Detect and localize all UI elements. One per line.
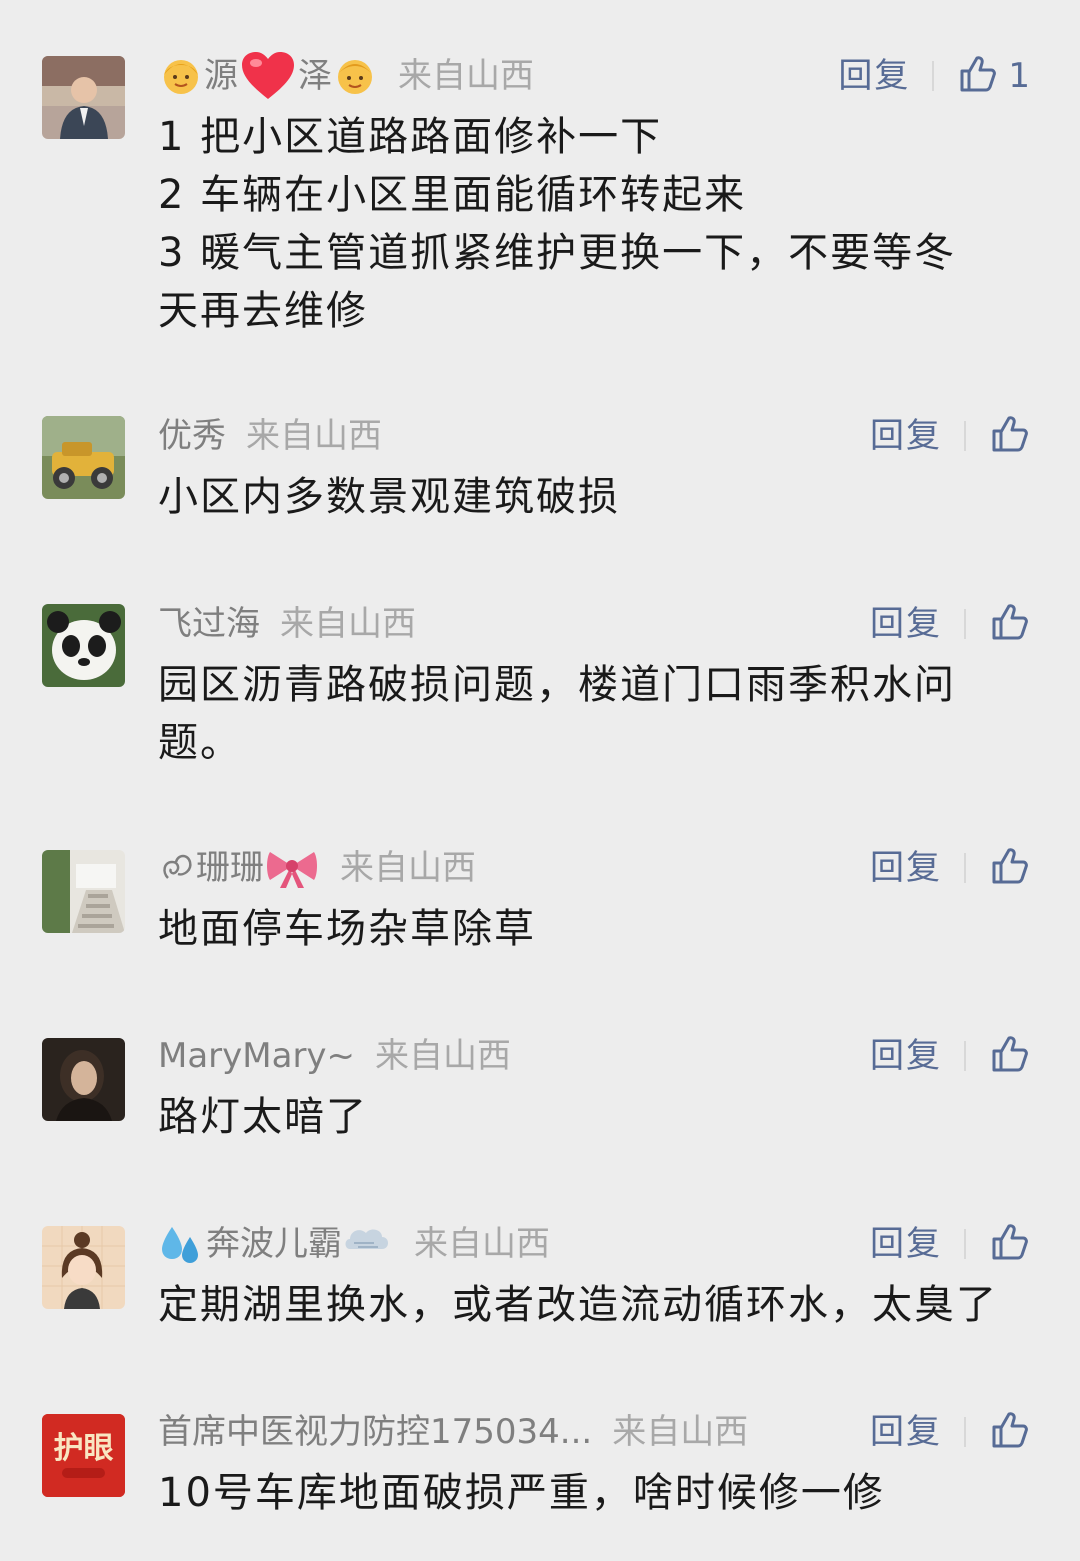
reply-button[interactable]: 回复: [870, 1222, 942, 1266]
nickname[interactable]: 奔波儿霸: [158, 1222, 394, 1266]
nickname[interactable]: 源 泽: [158, 51, 378, 101]
avatar[interactable]: [42, 416, 125, 499]
nickname[interactable]: 珊珊: [158, 846, 320, 890]
dash-cloud-icon: [344, 1223, 392, 1265]
nickname[interactable]: MaryMary~: [158, 1034, 355, 1078]
heart-icon: [240, 51, 296, 101]
region-label: 来自山西: [414, 1224, 550, 1264]
nickname[interactable]: 首席中医视力防控175034...: [158, 1410, 592, 1454]
bow-icon: [266, 846, 318, 890]
avatar[interactable]: [42, 1038, 125, 1121]
comment-text: 路灯太暗了: [158, 1094, 368, 1140]
avatar[interactable]: 护眼: [42, 1414, 125, 1497]
comment-text: 园区沥青路破损问题，楼道门口雨季积水问 题。: [158, 662, 956, 766]
region-label: 来自山西: [280, 604, 416, 644]
thumbs-up-icon: [990, 846, 1030, 890]
divider: [964, 421, 966, 451]
divider: [964, 1417, 966, 1447]
comment-text: 定期湖里换水，或者改造流动循环水，太臭了: [158, 1282, 998, 1328]
divider: [964, 609, 966, 639]
thumbs-up-icon: [990, 1222, 1030, 1266]
reply-button[interactable]: 回复: [870, 1410, 942, 1454]
girl-emoji-icon: [160, 55, 202, 97]
avatar-brand-text: 护眼: [54, 1432, 114, 1465]
thumbs-up-icon: [958, 54, 998, 98]
divider: [964, 1041, 966, 1071]
reply-button[interactable]: 回复: [870, 1034, 942, 1078]
comment-list: 源 泽 来自山西 回复 1 1 把小区道路路面修补一下 2 车辆在小区里面能循环…: [0, 0, 1080, 1561]
like-button[interactable]: [990, 602, 1030, 646]
avatar[interactable]: [42, 56, 125, 139]
region-label: 来自山西: [375, 1036, 512, 1076]
comment-text: 地面停车场杂草除草: [158, 906, 536, 952]
divider: [964, 853, 966, 883]
like-button[interactable]: [990, 1222, 1030, 1266]
comment-text: 1 把小区道路路面修补一下 2 车辆在小区里面能循环转起来 3 暖气主管道抓紧维…: [158, 114, 957, 334]
thumbs-up-icon: [990, 414, 1030, 458]
divider: [964, 1229, 966, 1259]
reply-button[interactable]: 回复: [870, 846, 942, 890]
thumbs-up-icon: [990, 1410, 1030, 1454]
comment-text: 10号车库地面破损严重，啥时候修一修: [158, 1470, 885, 1516]
like-button[interactable]: [990, 1410, 1030, 1454]
region-label: 来自山西: [246, 416, 382, 456]
like-button[interactable]: 1: [958, 54, 1030, 98]
avatar[interactable]: [42, 1226, 125, 1309]
avatar[interactable]: [42, 850, 125, 933]
region-label: 来自山西: [340, 848, 476, 888]
thumbs-up-icon: [990, 1034, 1030, 1078]
comment-text: 小区内多数景观建筑破损: [158, 474, 620, 520]
like-count: 1: [1008, 56, 1030, 96]
region-label: 来自山西: [612, 1412, 749, 1452]
like-button[interactable]: [990, 414, 1030, 458]
like-button[interactable]: [990, 846, 1030, 890]
region-label: 来自山西: [398, 56, 534, 96]
reply-button[interactable]: 回复: [870, 414, 942, 458]
boy-emoji-icon: [334, 55, 376, 97]
reply-button[interactable]: 回复: [838, 54, 910, 98]
divider: [932, 61, 935, 91]
swirl-flower-icon: [160, 848, 194, 888]
reply-button[interactable]: 回复: [870, 602, 942, 646]
thumbs-up-icon: [990, 602, 1030, 646]
like-button[interactable]: [990, 1034, 1030, 1078]
nickname[interactable]: 优秀: [158, 414, 226, 458]
avatar[interactable]: [42, 604, 125, 687]
nickname[interactable]: 飞过海: [158, 602, 260, 646]
sweat-drops-icon: [160, 1223, 204, 1265]
